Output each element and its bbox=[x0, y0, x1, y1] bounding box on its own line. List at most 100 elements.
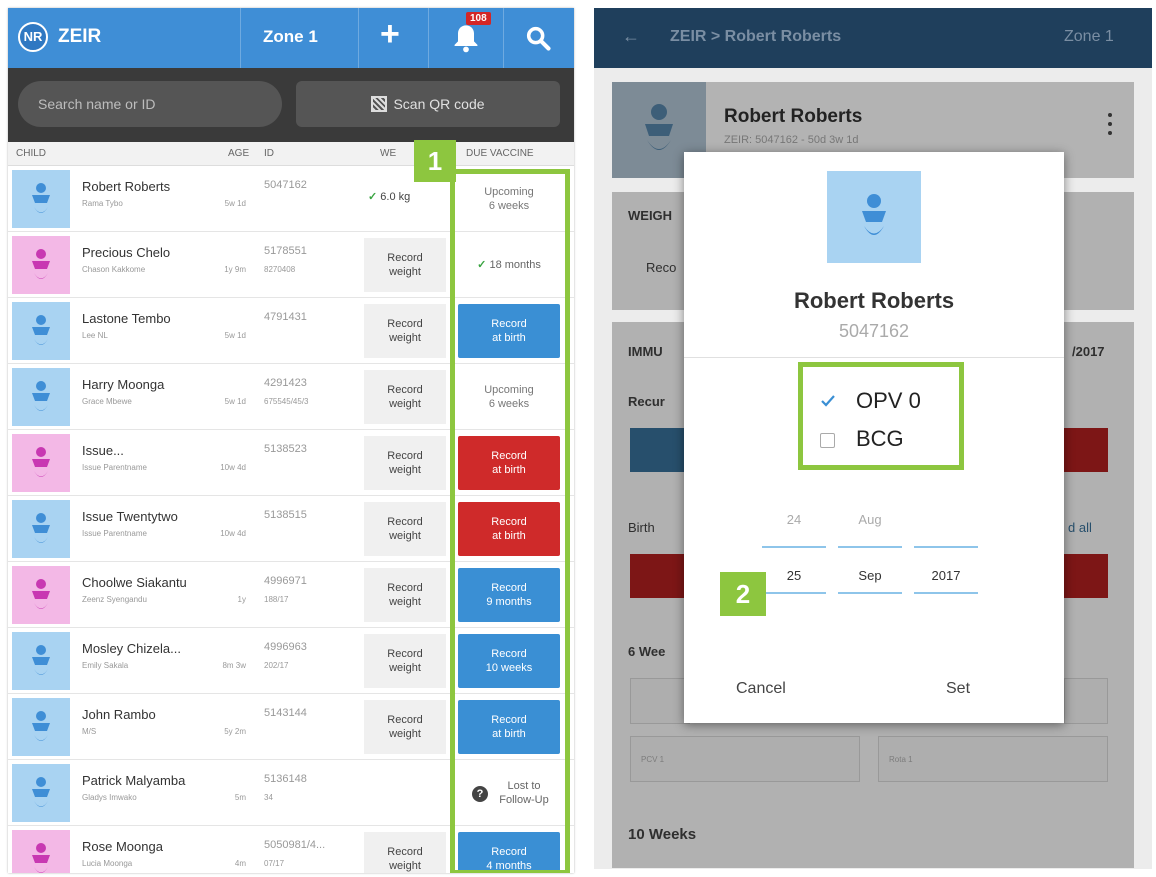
col-due-vaccine: DUE VACCINE bbox=[466, 148, 534, 159]
birth-overdue-button[interactable] bbox=[1064, 554, 1108, 598]
record-weight-label: Record bbox=[387, 450, 423, 462]
record-weight-button[interactable]: Record weight bbox=[364, 436, 446, 490]
child-secondary-id: 07/17 bbox=[264, 859, 285, 868]
child-id: 5178551 bbox=[264, 245, 307, 257]
search-input[interactable] bbox=[18, 81, 282, 127]
record-weight-button[interactable]: Record weight bbox=[364, 568, 446, 622]
child-id: 4996963 bbox=[264, 641, 307, 653]
baby-boy-icon bbox=[32, 513, 50, 543]
child-avatar bbox=[12, 764, 70, 822]
birth-record-button[interactable] bbox=[630, 554, 690, 598]
baby-girl-icon bbox=[32, 579, 50, 609]
child-avatar bbox=[12, 368, 70, 426]
plus-icon[interactable]: + bbox=[380, 17, 400, 51]
child-register-screen: NR ZEIR Zone 1 + 108 Scan QR code CHILD … bbox=[8, 8, 574, 873]
record-weight-button[interactable]: Record weight bbox=[364, 832, 446, 873]
record-weight-label: weight bbox=[389, 266, 421, 278]
record-weight-button[interactable]: Record weight bbox=[364, 700, 446, 754]
weight-value: 6.0 kg bbox=[380, 191, 411, 203]
notification-count-badge: 108 bbox=[466, 12, 491, 25]
header-divider bbox=[503, 8, 504, 68]
callout-badge-1: 1 bbox=[414, 140, 456, 182]
child-avatar bbox=[12, 830, 70, 873]
record-weight-label: Reco bbox=[646, 260, 677, 275]
date-picker-day[interactable]: 25 bbox=[762, 568, 826, 583]
record-weight-button[interactable]: Record weight bbox=[364, 370, 446, 424]
column-headers: CHILD AGE ID WE DUE VACCINE bbox=[8, 142, 574, 166]
scan-qr-label: Scan QR code bbox=[393, 96, 485, 112]
scan-qr-button[interactable]: Scan QR code bbox=[296, 81, 560, 127]
baby-boy-icon bbox=[32, 711, 50, 741]
weight-heading: WEIGH bbox=[628, 208, 673, 223]
child-avatar bbox=[12, 236, 70, 294]
record-weight-label: weight bbox=[389, 530, 421, 542]
child-name: Precious Chelo bbox=[82, 245, 171, 260]
weight-recorded: ✓ 6.0 kg bbox=[368, 190, 410, 203]
bell-icon[interactable] bbox=[452, 22, 480, 54]
date-picker-year[interactable]: 2017 bbox=[914, 568, 978, 583]
date-picker-prev-day[interactable]: 24 bbox=[762, 512, 826, 527]
child-name: Choolwe Siakantu bbox=[82, 575, 187, 590]
more-vertical-icon[interactable] bbox=[1100, 108, 1120, 148]
recurring-heading: Recur bbox=[628, 394, 665, 409]
child-name: Issue Twentytwo bbox=[82, 509, 178, 524]
app-header: NR ZEIR Zone 1 + 108 bbox=[8, 8, 574, 68]
child-secondary-id: 675545/45/3 bbox=[264, 397, 309, 406]
child-id: 4291423 bbox=[264, 377, 307, 389]
record-weight-label: weight bbox=[389, 596, 421, 608]
header-divider bbox=[358, 8, 359, 68]
child-secondary-id: 34 bbox=[264, 793, 273, 802]
child-id: 5143144 bbox=[264, 707, 307, 719]
record-weight-label: Record bbox=[387, 846, 423, 858]
set-button[interactable]: Set bbox=[946, 680, 970, 698]
child-secondary-id: 202/17 bbox=[264, 661, 289, 670]
dialog-child-id: 5047162 bbox=[838, 321, 910, 341]
baby-boy-icon bbox=[32, 183, 50, 213]
ten-weeks-heading: 10 Weeks bbox=[628, 826, 697, 843]
baby-boy-icon bbox=[32, 777, 50, 807]
record-weight-label: Record bbox=[387, 384, 423, 396]
zone-selector[interactable]: Zone 1 bbox=[263, 27, 318, 47]
record-weight-label: weight bbox=[389, 728, 421, 740]
record-all-link[interactable]: d all bbox=[1068, 520, 1092, 535]
child-name: Patrick Malyamba bbox=[82, 773, 186, 788]
child-age: 10w 4d bbox=[220, 463, 246, 472]
child-id: 4791431 bbox=[264, 311, 307, 323]
vaccine-field[interactable] bbox=[1064, 678, 1108, 724]
record-weight-label: Record bbox=[387, 648, 423, 660]
date-picker-divider bbox=[762, 546, 826, 548]
record-weight-button[interactable]: Record weight bbox=[364, 304, 446, 358]
child-name: Robert Roberts bbox=[724, 106, 863, 127]
record-weight-label: weight bbox=[389, 332, 421, 344]
vaccine-selection-highlight bbox=[798, 362, 964, 470]
record-weight-label: Record bbox=[387, 318, 423, 330]
child-name: Mosley Chizela... bbox=[82, 641, 181, 656]
arrow-left-icon[interactable]: ← bbox=[622, 26, 640, 47]
date-picker-divider bbox=[914, 546, 978, 548]
child-avatar bbox=[827, 171, 921, 263]
baby-girl-icon bbox=[32, 843, 50, 873]
header-divider bbox=[240, 8, 241, 68]
app-title: ZEIR bbox=[58, 26, 102, 47]
cancel-button[interactable]: Cancel bbox=[736, 680, 786, 698]
search-icon[interactable] bbox=[524, 24, 552, 52]
vaccine-field-pcv1[interactable]: PCV 1 bbox=[630, 736, 860, 782]
child-id: 5050981/4... bbox=[264, 839, 326, 851]
recurring-record-button[interactable] bbox=[630, 428, 690, 472]
user-avatar[interactable]: NR bbox=[18, 22, 48, 52]
date-picker-month[interactable]: Sep bbox=[838, 568, 902, 583]
record-weight-button[interactable]: Record weight bbox=[364, 634, 446, 688]
vaccine-field-rota1[interactable]: Rota 1 bbox=[878, 736, 1108, 782]
dialog-divider bbox=[684, 357, 1064, 358]
record-weight-button[interactable]: Record weight bbox=[364, 238, 446, 292]
vaccine-field[interactable] bbox=[630, 678, 690, 724]
child-id: 5138523 bbox=[264, 443, 307, 455]
child-secondary-id: 8270408 bbox=[264, 265, 296, 274]
date-picker-divider bbox=[914, 592, 978, 594]
record-weight-button[interactable]: Record weight bbox=[364, 502, 446, 556]
recurring-overdue-button[interactable] bbox=[1064, 428, 1108, 472]
child-name: Lastone Tembo bbox=[82, 311, 171, 326]
date-picker-prev-month[interactable]: Aug bbox=[838, 512, 902, 527]
record-weight-label: Record bbox=[387, 516, 423, 528]
zone-label: Zone 1 bbox=[1064, 28, 1114, 45]
